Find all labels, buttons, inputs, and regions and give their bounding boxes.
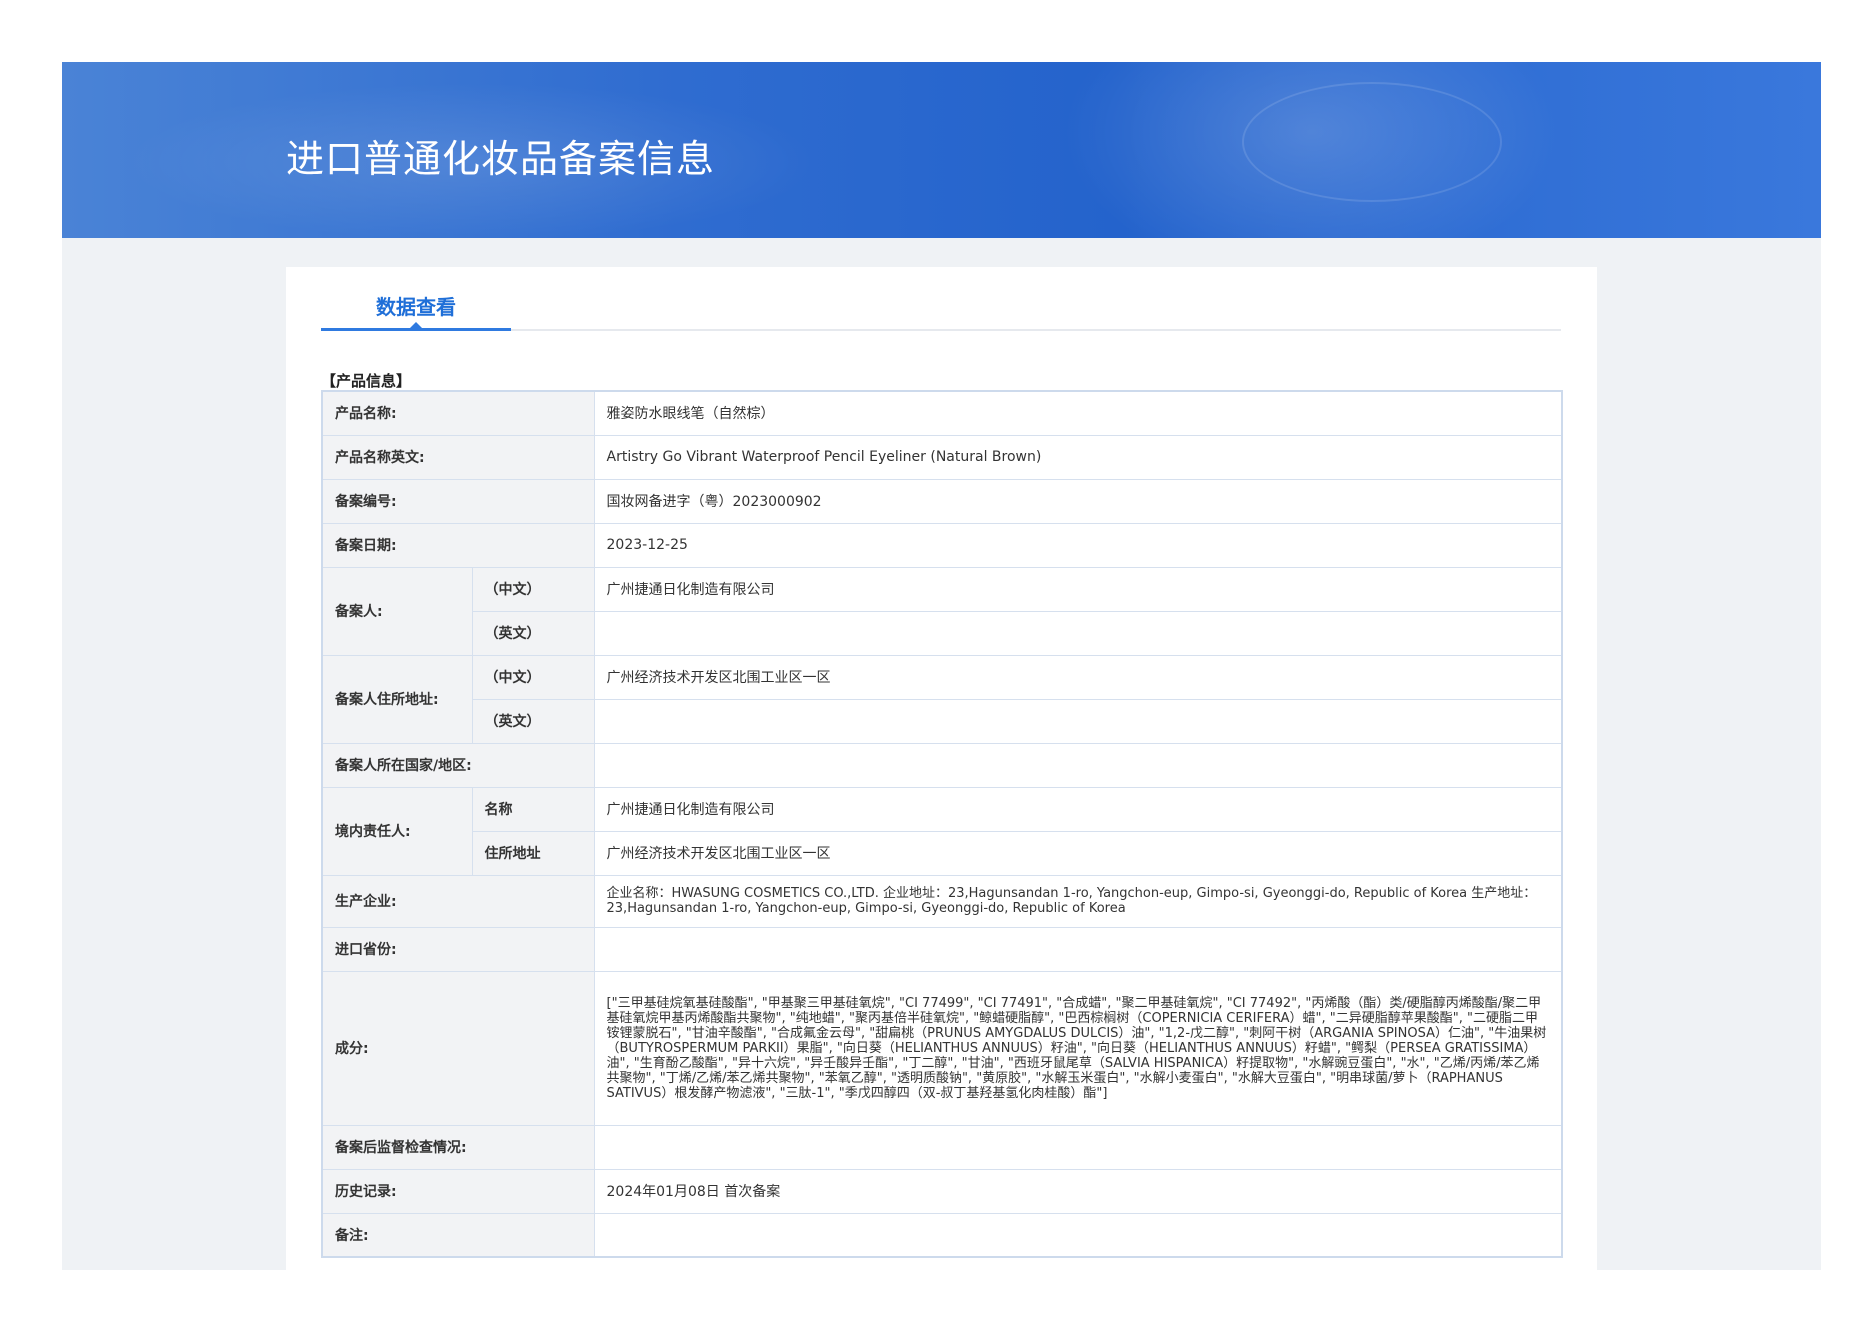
page-title: 进口普通化妆品备案信息 bbox=[286, 137, 716, 181]
filer-address-cn-sublabel: （中文） bbox=[471, 654, 595, 700]
filer-address-en-value bbox=[593, 698, 1563, 744]
table-row: 备案人: （中文） 广州捷通日化制造有限公司 bbox=[321, 566, 1563, 656]
table-row: 生产企业: 企业名称：HWASUNG COSMETICS CO.,LTD. 企业… bbox=[321, 874, 1563, 928]
product-name-en-value: Artistry Go Vibrant Waterproof Pencil Ey… bbox=[593, 434, 1563, 480]
table-row: 历史记录: 2024年01月08日 首次备案 bbox=[321, 1168, 1563, 1214]
table-row: （英文） bbox=[322, 610, 1563, 656]
table-row: 备案人所在国家/地区: bbox=[321, 742, 1563, 788]
post-inspection-label: 备案后监督检查情况: bbox=[321, 1124, 595, 1170]
history-label: 历史记录: bbox=[321, 1168, 595, 1214]
filer-en-value bbox=[593, 610, 1563, 656]
import-province-label: 进口省份: bbox=[321, 926, 595, 972]
tab-data-view[interactable]: 数据查看 bbox=[321, 285, 511, 331]
ingredients-label: 成分: bbox=[321, 970, 595, 1126]
domestic-rep-name-sublabel: 名称 bbox=[471, 786, 595, 832]
filer-cn-value: 广州捷通日化制造有限公司 bbox=[593, 566, 1563, 612]
product-name-label: 产品名称: bbox=[321, 390, 595, 436]
table-row: 成分: ["三甲基硅烷氧基硅酸酯", "甲基聚三甲基硅氧烷", "CI 7749… bbox=[321, 970, 1563, 1126]
table-row: 备注: bbox=[321, 1212, 1563, 1258]
filer-country-value bbox=[593, 742, 1563, 788]
remarks-label: 备注: bbox=[321, 1212, 595, 1258]
manufacturer-value: 企业名称：HWASUNG COSMETICS CO.,LTD. 企业地址：23,… bbox=[593, 874, 1563, 928]
table-row: 备案编号: 国妆网备进字（粤）2023000902 bbox=[321, 478, 1563, 524]
table-row: 产品名称英文: Artistry Go Vibrant Waterproof P… bbox=[321, 434, 1563, 480]
post-inspection-value bbox=[593, 1124, 1563, 1170]
product-info-table: 产品名称: 雅姿防水眼线笔（自然棕） 产品名称英文: Artistry Go V… bbox=[321, 390, 1564, 1258]
table-row: （英文） bbox=[322, 698, 1563, 744]
tab-active-indicator bbox=[409, 322, 423, 329]
section-heading: 【产品信息】 bbox=[321, 372, 412, 390]
table-row: 住所地址 广州经济技术开发区北围工业区一区 bbox=[322, 830, 1563, 876]
filer-address-label: 备案人住所地址: bbox=[321, 654, 473, 744]
filer-cn-sublabel: （中文） bbox=[471, 566, 595, 612]
filer-label: 备案人: bbox=[321, 566, 473, 656]
filing-number-value: 国妆网备进字（粤）2023000902 bbox=[593, 478, 1563, 524]
filing-number-label: 备案编号: bbox=[321, 478, 595, 524]
table-row: 境内责任人: 名称 广州捷通日化制造有限公司 bbox=[321, 786, 1563, 876]
manufacturer-label: 生产企业: bbox=[321, 874, 595, 928]
page-frame: 进口普通化妆品备案信息 数据查看 【产品信息】 产品名称: 雅姿防水眼线笔（自然… bbox=[62, 62, 1821, 1270]
import-province-value bbox=[593, 926, 1563, 972]
domestic-rep-name-value: 广州捷通日化制造有限公司 bbox=[593, 786, 1563, 832]
domestic-rep-label: 境内责任人: bbox=[321, 786, 473, 876]
table-row: 备案人住所地址: （中文） 广州经济技术开发区北围工业区一区 bbox=[321, 654, 1563, 744]
content-card: 数据查看 【产品信息】 产品名称: 雅姿防水眼线笔（自然棕） 产品名称英文: A… bbox=[286, 267, 1597, 1270]
header-banner: 进口普通化妆品备案信息 bbox=[62, 62, 1821, 238]
filer-address-en-sublabel: （英文） bbox=[471, 698, 595, 744]
history-value: 2024年01月08日 首次备案 bbox=[593, 1168, 1563, 1214]
filer-en-sublabel: （英文） bbox=[471, 610, 595, 656]
table-row: 备案后监督检查情况: bbox=[321, 1124, 1563, 1170]
product-name-value: 雅姿防水眼线笔（自然棕） bbox=[593, 390, 1563, 436]
filing-date-label: 备案日期: bbox=[321, 522, 595, 568]
remarks-value bbox=[593, 1212, 1563, 1258]
domestic-rep-address-value: 广州经济技术开发区北围工业区一区 bbox=[593, 830, 1563, 876]
banner-decoration bbox=[1242, 82, 1502, 202]
filer-address-cn-value: 广州经济技术开发区北围工业区一区 bbox=[593, 654, 1563, 700]
product-name-en-label: 产品名称英文: bbox=[321, 434, 595, 480]
domestic-rep-address-sublabel: 住所地址 bbox=[471, 830, 595, 876]
filing-date-value: 2023-12-25 bbox=[593, 522, 1563, 568]
table-row: 产品名称: 雅姿防水眼线笔（自然棕） bbox=[321, 390, 1563, 436]
filer-country-label: 备案人所在国家/地区: bbox=[321, 742, 595, 788]
table-row: 进口省份: bbox=[321, 926, 1563, 972]
tab-bar: 数据查看 bbox=[321, 285, 1561, 331]
table-row: 备案日期: 2023-12-25 bbox=[321, 522, 1563, 568]
ingredients-value: ["三甲基硅烷氧基硅酸酯", "甲基聚三甲基硅氧烷", "CI 77499", … bbox=[593, 970, 1563, 1126]
